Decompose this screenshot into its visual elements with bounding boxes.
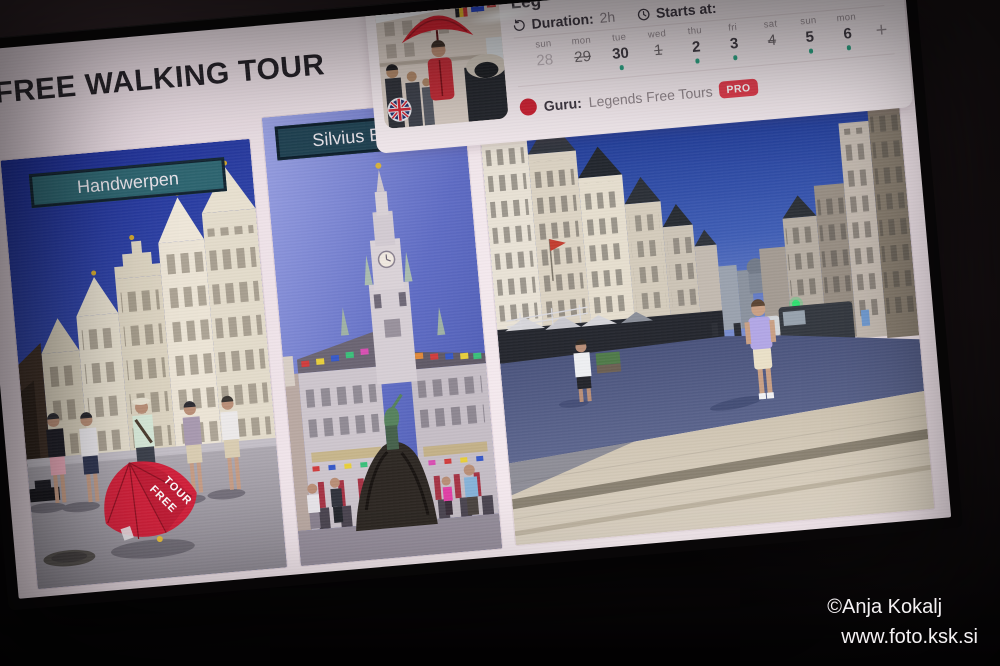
guru-avatar: [519, 98, 537, 116]
day-cell-tue-30[interactable]: tue 30: [600, 31, 641, 72]
day-cell-wed-1[interactable]: wed 1: [638, 27, 679, 68]
photograph-of-tv: FREE WALKING TOUR: [0, 0, 1000, 666]
more-dates-button[interactable]: +: [865, 8, 898, 48]
duration-value: 2h: [599, 9, 616, 26]
uk-flag-icon: [388, 98, 412, 122]
guru-name-link[interactable]: Legends Free Tours: [588, 83, 713, 110]
availability-dot: [809, 48, 814, 53]
tv-stand: [270, 588, 740, 666]
day-cell-sat-4[interactable]: sat 4: [751, 17, 792, 58]
availability-dot: [846, 45, 851, 50]
availability-dot: [619, 65, 624, 70]
guru-label: Guru:: [543, 94, 582, 113]
duration-label: Duration:: [531, 10, 594, 31]
watermark-name: ©Anja Kokalj: [827, 592, 978, 622]
day-cell-sun-28[interactable]: sun 28: [524, 37, 565, 78]
photographer-watermark: ©Anja Kokalj www.foto.ksk.si: [827, 592, 978, 652]
photo-silvius-brabo-art: [262, 100, 502, 566]
day-cell-mon-6[interactable]: mon 6: [827, 11, 868, 52]
slide-title: FREE WALKING TOUR: [0, 48, 326, 111]
photo-silvius-brabo: Silvius Brabo: [262, 100, 502, 566]
guru-row: Guru: Legends Free Tours PRO: [519, 78, 758, 116]
starts-label: Starts at:: [655, 0, 717, 21]
watermark-url: www.foto.ksk.si: [841, 622, 978, 652]
availability-dot: [733, 55, 738, 60]
availability-dot: [695, 58, 700, 63]
day-cell-fri-3[interactable]: fri 3: [713, 21, 754, 62]
photo-handwerpen: FREE TOUR Handwerpen: [0, 139, 287, 589]
day-cell-mon-29[interactable]: mon 29: [562, 34, 603, 75]
pro-badge: PRO: [719, 78, 759, 98]
day-cell-thu-2[interactable]: thu 2: [675, 24, 716, 65]
day-cell-sun-5[interactable]: sun 5: [789, 14, 830, 55]
clock-icon: [636, 7, 650, 21]
tv-bezel: FREE WALKING TOUR: [0, 0, 963, 611]
tv-screen: FREE WALKING TOUR: [0, 0, 951, 599]
